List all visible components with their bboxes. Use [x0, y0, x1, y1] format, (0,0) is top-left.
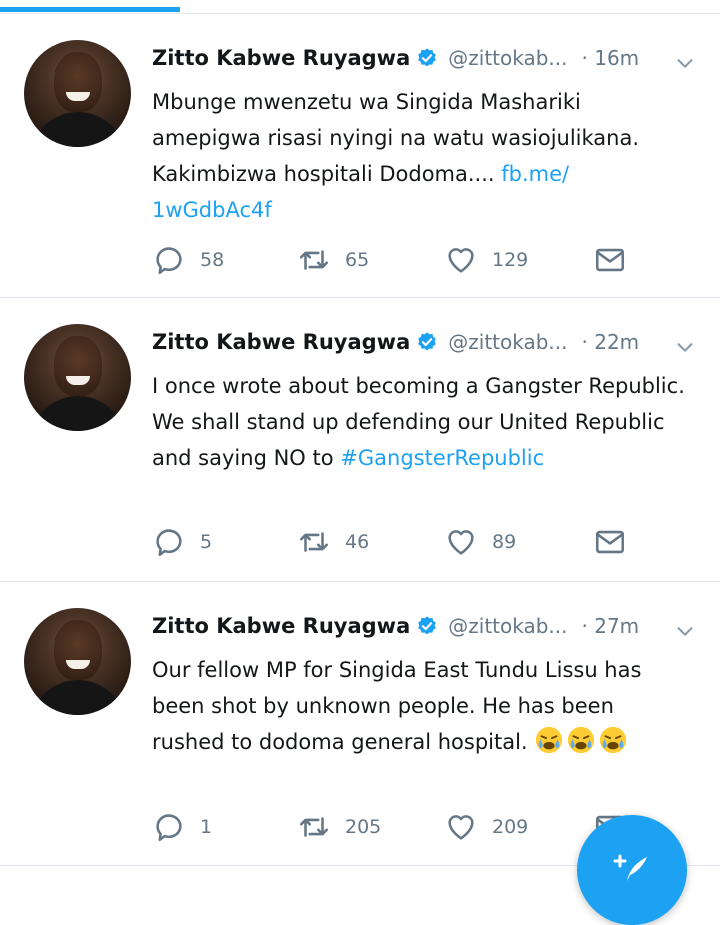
- tweet-actions: 58 65 129: [152, 240, 672, 280]
- reply-bubble-icon: [156, 814, 182, 842]
- author-name[interactable]: Zitto Kabwe Ruyagwa: [152, 330, 410, 354]
- like-count: 209: [492, 816, 529, 838]
- retweet-button[interactable]: 205: [297, 807, 381, 847]
- chevron-down-icon[interactable]: [674, 620, 696, 642]
- tweet-1[interactable]: Zitto Kabwe Ruyagwa @zittokab... · 16m M…: [0, 14, 720, 298]
- retweet-arrows-icon: [299, 250, 329, 270]
- crying-face-icon: [536, 726, 563, 754]
- heart-icon: [448, 248, 474, 273]
- retweet-count: 65: [345, 249, 370, 271]
- reply-count: 1: [200, 816, 213, 838]
- reply-bubble-icon: [156, 529, 182, 557]
- reply-count: 5: [200, 531, 213, 553]
- reply-button[interactable]: 5: [152, 522, 212, 562]
- heart-icon: [448, 815, 474, 840]
- chevron-down-icon[interactable]: [674, 336, 696, 358]
- retweet-button[interactable]: 65: [297, 240, 369, 280]
- like-count: 129: [492, 249, 529, 271]
- crying-face-icon: [568, 726, 595, 754]
- like-button[interactable]: 209: [444, 807, 528, 847]
- tweet-2[interactable]: Zitto Kabwe Ruyagwa @zittokab... · 22m I…: [0, 298, 720, 582]
- author-name[interactable]: Zitto Kabwe Ruyagwa: [152, 614, 410, 638]
- avatar[interactable]: [24, 40, 131, 147]
- author-name[interactable]: Zitto Kabwe Ruyagwa: [152, 46, 410, 70]
- compose-feather-icon: [613, 854, 647, 881]
- direct-message-button[interactable]: [593, 522, 627, 562]
- tweet-time[interactable]: · 16m: [582, 46, 640, 70]
- verified-badge-icon: [418, 332, 437, 351]
- verified-badge-icon: [418, 616, 437, 635]
- author-handle[interactable]: @zittokab...: [448, 614, 567, 638]
- avatar[interactable]: [24, 608, 131, 715]
- tweet-text: Mbunge mwenzetu wa Singida Mashariki ame…: [152, 84, 692, 228]
- reply-button[interactable]: 58: [152, 240, 224, 280]
- verified-badge-icon: [418, 48, 437, 67]
- like-button[interactable]: 89: [444, 522, 516, 562]
- tweet-actions: 5 46 89: [152, 522, 672, 562]
- compose-tweet-button[interactable]: [577, 815, 687, 925]
- tweet-text: I once wrote about becoming a Gangster R…: [152, 368, 692, 476]
- envelope-icon: [595, 530, 625, 554]
- retweet-count: 46: [345, 531, 370, 553]
- author-handle[interactable]: @zittokab...: [448, 330, 567, 354]
- retweet-arrows-icon: [299, 817, 329, 837]
- retweet-count: 205: [345, 816, 382, 838]
- hashtag-link[interactable]: #GangsterRepublic: [340, 446, 544, 470]
- tweet-time[interactable]: · 22m: [582, 330, 640, 354]
- retweet-button[interactable]: 46: [297, 522, 369, 562]
- like-count: 89: [492, 531, 517, 553]
- tweet-header: Zitto Kabwe Ruyagwa @zittokab... · 22m: [152, 322, 639, 362]
- avatar[interactable]: [24, 324, 131, 431]
- reply-bubble-icon: [156, 247, 182, 275]
- direct-message-button[interactable]: [593, 240, 627, 280]
- reply-count: 58: [200, 249, 225, 271]
- heart-icon: [448, 530, 474, 555]
- tweet-header: Zitto Kabwe Ruyagwa @zittokab... · 16m: [152, 38, 639, 78]
- like-button[interactable]: 129: [444, 240, 528, 280]
- author-handle[interactable]: @zittokab...: [448, 46, 567, 70]
- tweet-time[interactable]: · 27m: [582, 614, 640, 638]
- chevron-down-icon[interactable]: [674, 52, 696, 74]
- reply-button[interactable]: 1: [152, 807, 212, 847]
- retweet-arrows-icon: [299, 532, 329, 552]
- tweet-header: Zitto Kabwe Ruyagwa @zittokab... · 27m: [152, 606, 639, 646]
- active-tab-indicator: [0, 7, 180, 12]
- crying-face-icon: [600, 726, 627, 754]
- tweet-text: Our fellow MP for Singida East Tundu Lis…: [152, 652, 692, 760]
- envelope-icon: [595, 248, 625, 272]
